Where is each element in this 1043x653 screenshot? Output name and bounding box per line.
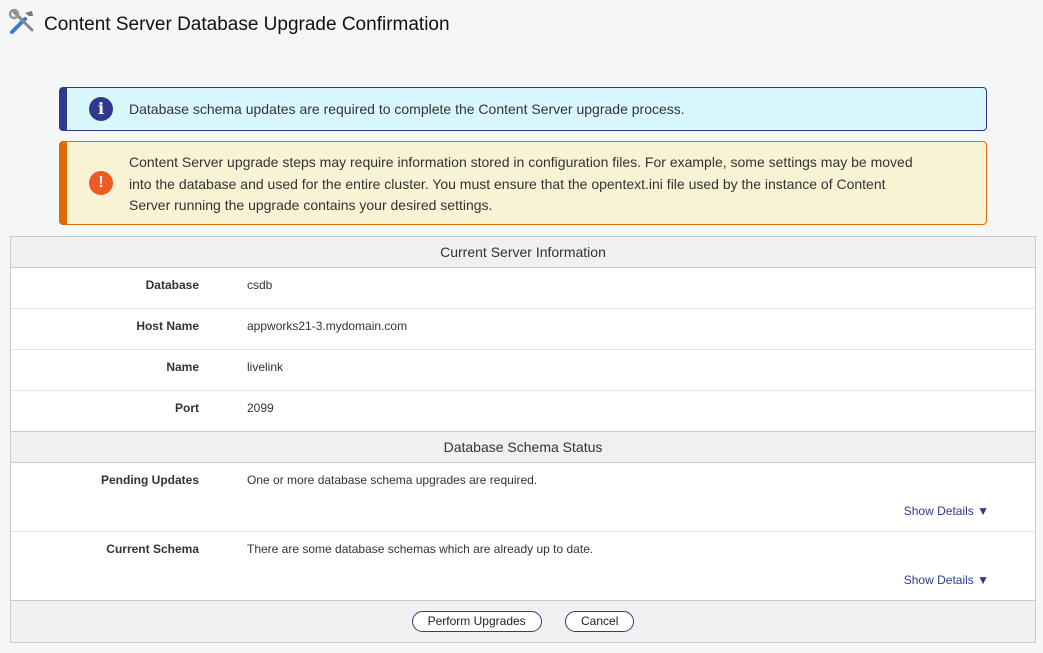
perform-upgrades-button[interactable]: Perform Upgrades (411, 611, 542, 632)
row-value: livelink (247, 360, 284, 374)
row-label: Database (145, 278, 199, 292)
warning-alert: ! Content Server upgrade steps may requi… (59, 141, 987, 225)
section-header: Database Schema Status (11, 432, 1035, 463)
row-label: Current Schema (106, 542, 199, 556)
row-value: csdb (247, 278, 273, 292)
info-alert: i Database schema updates are required t… (59, 87, 987, 131)
warning-alert-text: Content Server upgrade steps may require… (129, 154, 913, 213)
show-details-link[interactable]: Show Details ▼ (904, 573, 989, 587)
row-label: Host Name (136, 319, 199, 333)
upgrade-info-table: Current Server Information Database csdb … (10, 236, 1036, 643)
tools-icon (8, 8, 36, 41)
table-row: Port 2099 (11, 391, 1035, 432)
table-row: Current Schema There are some database sc… (11, 532, 1035, 601)
row-value: 2099 (247, 401, 274, 415)
cancel-button[interactable]: Cancel (565, 611, 635, 632)
row-value: There are some database schemas which ar… (247, 542, 594, 556)
page-header: Content Server Database Upgrade Confirma… (8, 8, 450, 41)
row-label: Pending Updates (100, 473, 199, 487)
button-bar: Perform Upgrades Cancel (11, 601, 1035, 642)
table-row: Name livelink (11, 350, 1035, 391)
row-value: appworks21-3.mydomain.com (247, 319, 408, 333)
exclamation-icon: ! (89, 171, 113, 195)
info-alert-text: Database schema updates are required to … (129, 101, 685, 117)
table-row: Pending Updates One or more database sche… (11, 463, 1035, 532)
page-title: Content Server Database Upgrade Confirma… (44, 13, 450, 35)
row-label: Name (166, 360, 199, 374)
row-value: One or more database schema upgrades are… (247, 473, 538, 487)
row-label: Port (175, 401, 199, 415)
table-row: Database csdb (11, 268, 1035, 309)
section-header: Current Server Information (11, 237, 1035, 268)
info-icon: i (89, 97, 113, 121)
show-details-link[interactable]: Show Details ▼ (904, 504, 989, 518)
table-row: Host Name appworks21-3.mydomain.com (11, 309, 1035, 350)
